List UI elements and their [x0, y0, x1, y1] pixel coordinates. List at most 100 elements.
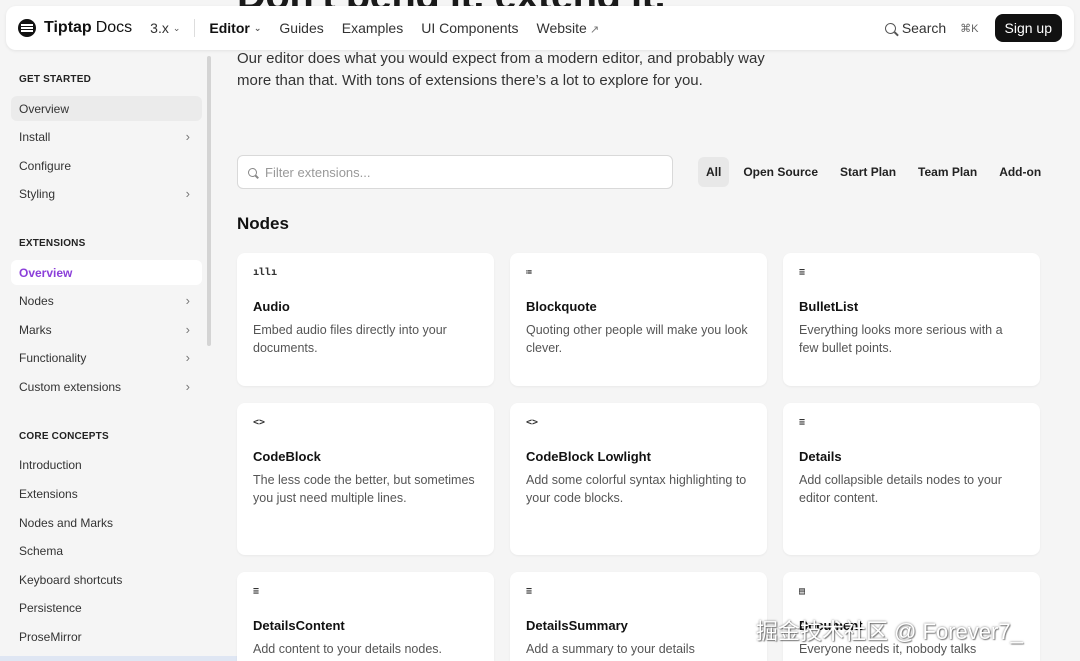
extension-card-detailssummary[interactable]: ≡ DetailsSummary Add a summary to your d… [510, 572, 767, 661]
sidebar-item-overview[interactable]: Overview [11, 96, 202, 121]
bullet-list-icon: ≡ [799, 267, 806, 278]
tiptap-logo-icon [18, 19, 36, 37]
sidebar-item-extensions-overview[interactable]: Overview [11, 260, 202, 285]
logo-name: Tiptap [44, 19, 92, 36]
code-icon: <> [526, 417, 539, 428]
extension-card-codeblock[interactable]: <> CodeBlock The less code the better, b… [237, 403, 494, 555]
bottom-strip [0, 656, 262, 661]
sidebar-item-prosemirror[interactable]: ProseMirror [11, 624, 202, 649]
version-select[interactable]: 3.x ⌄ [150, 20, 180, 36]
tab-open-source[interactable]: Open Source [735, 157, 826, 187]
extension-card-audio[interactable]: ıllı Audio Embed audio files directly in… [237, 253, 494, 386]
sidebar-item-label: Schema [19, 543, 64, 558]
top-header: Tiptap Docs 3.x ⌄ Editor ⌄ Guides Exampl… [6, 6, 1074, 50]
chevron-down-icon: ⌄ [172, 22, 181, 33]
card-description: Quoting other people will make you look … [526, 323, 748, 355]
card-title: BulletList [799, 299, 859, 314]
card-description: The less code the better, but sometimes … [253, 473, 475, 505]
tab-team-plan[interactable]: Team Plan [910, 157, 985, 187]
document-icon: ▤ [799, 586, 806, 597]
card-title: Details [799, 449, 842, 464]
card-title: CodeBlock Lowlight [526, 449, 651, 464]
card-title: Audio [253, 299, 290, 314]
sidebar-item-label: Configure [19, 158, 72, 173]
card-title: CodeBlock [253, 449, 321, 464]
filter-input[interactable] [265, 164, 645, 180]
sidebar-item-label: Nodes [19, 293, 54, 308]
extension-card-codeblock-lowlight[interactable]: <> CodeBlock Lowlight Add some colorful … [510, 403, 767, 555]
signup-button[interactable]: Sign up [994, 14, 1062, 42]
version-label: 3.x [150, 20, 169, 36]
sidebar-item-label: Styling [19, 186, 56, 201]
search-label: Search [901, 20, 947, 36]
sidebar-group-title: GET STARTED [19, 74, 92, 85]
search-icon [884, 22, 896, 34]
sidebar-item-styling[interactable]: Styling › [11, 181, 202, 206]
extension-card-bulletlist[interactable]: ≡ BulletList Everything looks more serio… [783, 253, 1040, 386]
logo[interactable]: Tiptap Docs [18, 19, 132, 37]
nav-guides[interactable]: Guides [279, 20, 323, 36]
section-title: Nodes [237, 214, 289, 233]
sidebar-item-marks[interactable]: Marks › [11, 317, 202, 342]
nav-website-label: Website [536, 20, 587, 36]
card-description: Everything looks more serious with a few… [799, 323, 1003, 355]
sidebar-item-schema[interactable]: Schema [11, 538, 202, 563]
extension-card-detailscontent[interactable]: ≡ DetailsContent Add content to your det… [237, 572, 494, 661]
audio-icon: ıllı [253, 267, 278, 278]
text-icon: ≡ [253, 586, 260, 597]
sidebar-item-nodes[interactable]: Nodes › [11, 288, 202, 313]
chevron-right-icon: › [185, 129, 190, 144]
chevron-right-icon: › [185, 350, 190, 365]
sidebar-item-custom-extensions[interactable]: Custom extensions › [11, 374, 202, 399]
sidebar-item-label: Marks [19, 322, 52, 337]
list-icon: ≡ [799, 417, 806, 428]
sidebar-item-label: Introduction [19, 457, 82, 472]
watermark: 掘金技术社区 @ Forever7_ [756, 619, 1023, 644]
search-icon [248, 167, 257, 177]
sidebar-item-configure[interactable]: Configure [11, 153, 202, 178]
chevron-right-icon: › [185, 293, 190, 308]
nav-divider [194, 19, 196, 37]
sidebar-item-label: Keyboard shortcuts [19, 572, 123, 587]
sidebar-item-persistence[interactable]: Persistence [11, 595, 202, 620]
chevron-right-icon: › [185, 379, 190, 394]
sidebar-item-functionality[interactable]: Functionality › [11, 345, 202, 370]
external-link-icon: ↗ [589, 24, 600, 36]
sidebar-item-label: Nodes and Marks [19, 515, 114, 530]
chevron-right-icon: › [185, 186, 190, 201]
filter-box [237, 155, 673, 189]
sidebar-item-label: Install [19, 129, 51, 144]
sidebar-item-label: Custom extensions [19, 379, 122, 394]
search-button[interactable]: Search ⌘K [884, 20, 979, 36]
card-title: DetailsContent [253, 618, 345, 633]
sidebar-item-keyboard-shortcuts[interactable]: Keyboard shortcuts [11, 567, 202, 592]
search-shortcut: ⌘K [960, 22, 979, 35]
logo-sub: Docs [95, 19, 133, 36]
nav-website[interactable]: Website ↗ [537, 20, 600, 36]
sidebar-item-extensions[interactable]: Extensions [11, 481, 202, 506]
intro-text: Our editor does what you would expect fr… [237, 50, 765, 89]
card-title: Blockquote [526, 299, 597, 314]
card-title: DetailsSummary [526, 618, 628, 633]
sidebar-item-label: Functionality [19, 350, 87, 365]
chevron-down-icon: ⌄ [253, 22, 262, 33]
nav-ui-components[interactable]: UI Components [421, 20, 518, 36]
extension-card-blockquote[interactable]: ≔ Blockquote Quoting other people will m… [510, 253, 767, 386]
nav-examples[interactable]: Examples [342, 20, 403, 36]
tab-start-plan[interactable]: Start Plan [832, 157, 904, 187]
sidebar-item-label: ProseMirror [19, 629, 82, 644]
nav-editor[interactable]: Editor ⌄ [209, 20, 261, 36]
tab-all[interactable]: All [698, 157, 730, 187]
tab-add-on[interactable]: Add-on [991, 157, 1049, 187]
sidebar-item-nodes-and-marks[interactable]: Nodes and Marks [11, 510, 202, 535]
nav-editor-label: Editor [209, 20, 250, 36]
sidebar-item-introduction[interactable]: Introduction [11, 452, 202, 477]
extension-card-details[interactable]: ≡ Details Add collapsible details nodes … [783, 403, 1040, 555]
sidebar-item-label: Extensions [19, 486, 78, 501]
sidebar-group-title: CORE CONCEPTS [19, 431, 109, 442]
sidebar-scrollbar[interactable] [207, 56, 211, 346]
card-description: Add collapsible details nodes to your ed… [799, 473, 1002, 505]
chevron-right-icon: › [185, 322, 190, 337]
sidebar-item-label: Persistence [19, 600, 82, 615]
sidebar-item-install[interactable]: Install › [11, 124, 202, 149]
